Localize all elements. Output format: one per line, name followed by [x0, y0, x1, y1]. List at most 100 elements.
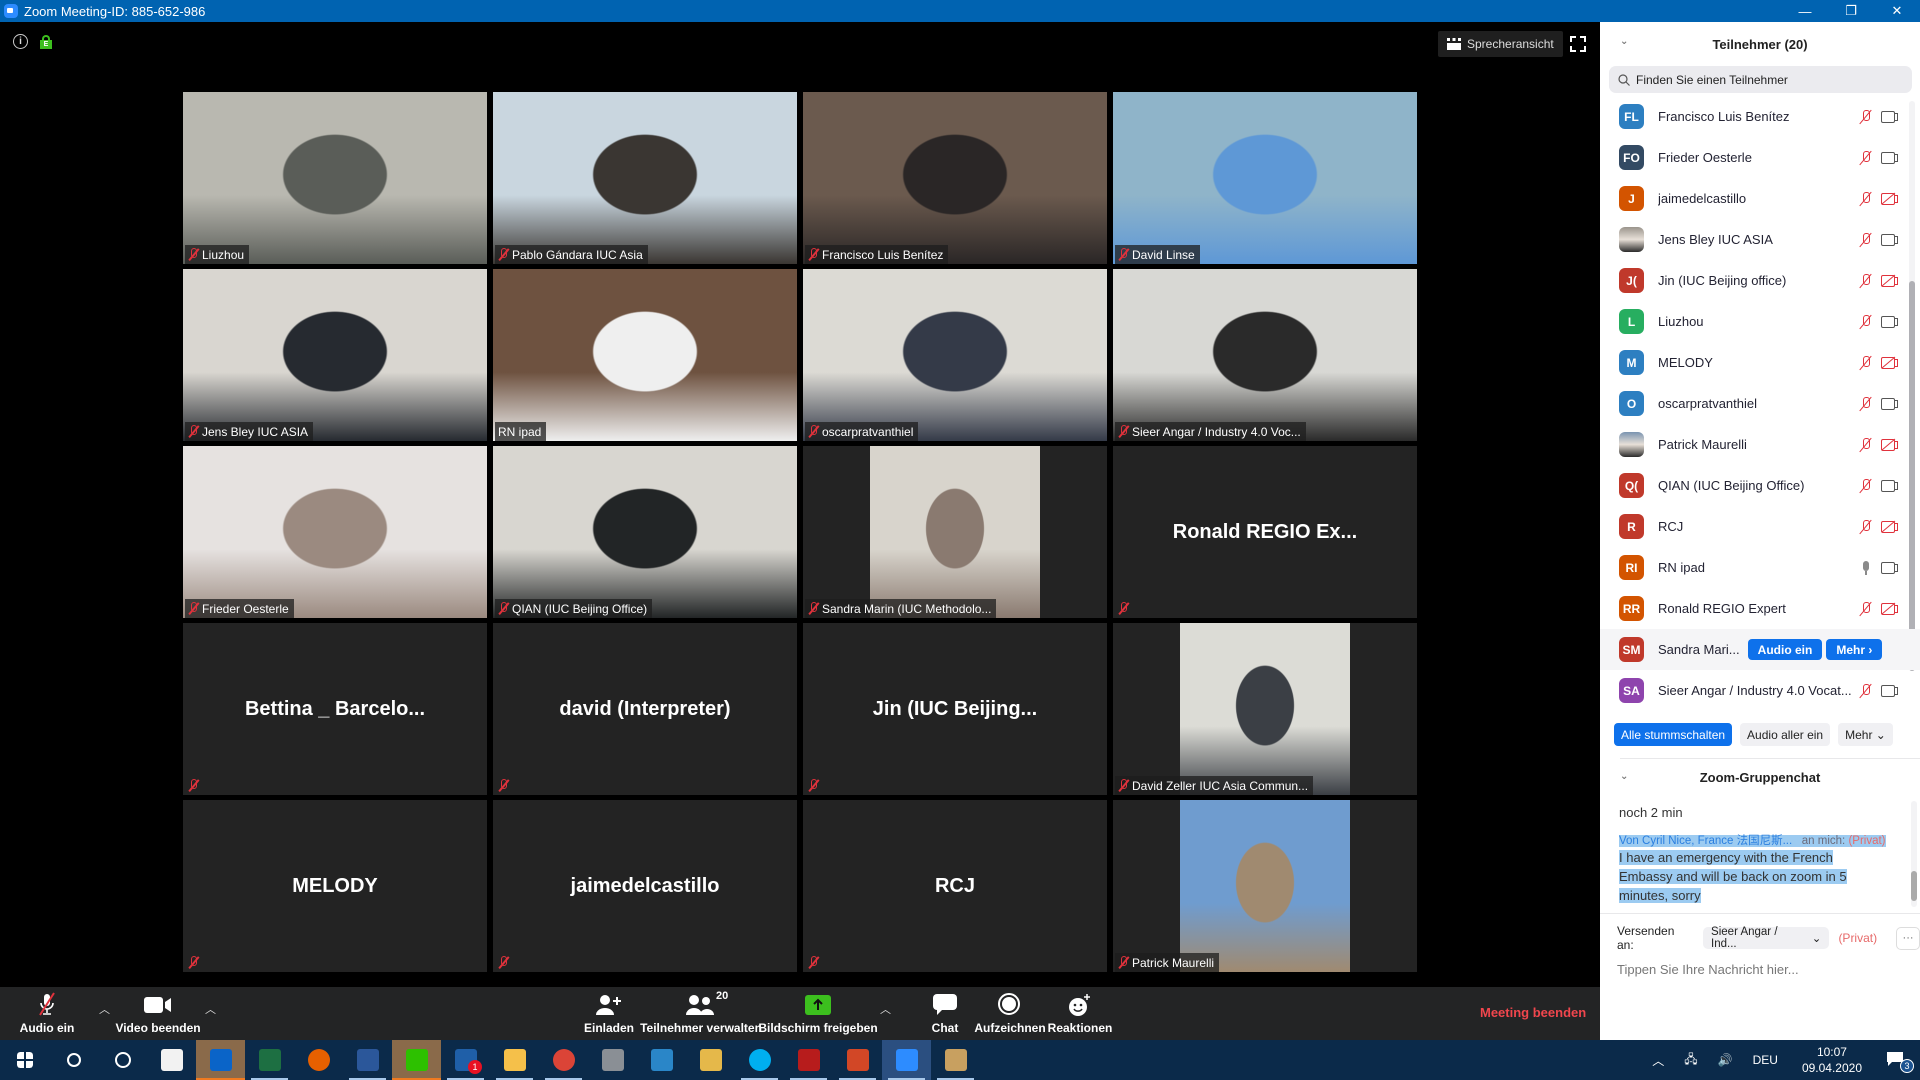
- video-tile[interactable]: Francisco Luis Benítez: [803, 92, 1107, 264]
- network-icon[interactable]: 🖧: [1674, 1050, 1707, 1071]
- audio-button[interactable]: Audio ein: [18, 987, 76, 1040]
- participant-row[interactable]: J(Jin (IUC Beijing office): [1600, 260, 1920, 301]
- taskbar-chrome-icon[interactable]: [539, 1040, 588, 1080]
- chat-sender[interactable]: Von Cyril Nice, France 法国尼斯...: [1619, 835, 1792, 847]
- video-tile[interactable]: Patrick Maurelli: [1113, 800, 1417, 972]
- participant-row[interactable]: SA Sieer Angar / Industry 4.0 Vocat...: [1600, 670, 1920, 711]
- end-meeting-button[interactable]: Meeting beenden: [1480, 1005, 1586, 1020]
- share-screen-button[interactable]: Bildschirm freigeben: [758, 987, 878, 1040]
- taskbar-start-icon[interactable]: [0, 1040, 49, 1080]
- participant-row[interactable]: Jens Bley IUC ASIA: [1600, 219, 1920, 260]
- video-tile[interactable]: Sandra Marin (IUC Methodolo...: [803, 446, 1107, 618]
- video-tile[interactable]: Jin (IUC Beijing...: [803, 623, 1107, 795]
- video-button[interactable]: Video beenden: [115, 987, 201, 1040]
- unmute-participant-button[interactable]: Audio ein: [1747, 639, 1823, 660]
- participant-row[interactable]: Patrick Maurelli: [1600, 424, 1920, 465]
- avatar: FO: [1619, 145, 1644, 170]
- participant-row[interactable]: L Liuzhou: [1600, 301, 1920, 342]
- taskbar-skype-icon[interactable]: [735, 1040, 784, 1080]
- video-tile[interactable]: David Linse: [1113, 92, 1417, 264]
- fullscreen-icon[interactable]: [1570, 36, 1586, 52]
- taskbar-store-icon[interactable]: [147, 1040, 196, 1080]
- reactions-button[interactable]: Reaktionen: [1048, 987, 1112, 1040]
- taskbar-app-calculator-icon[interactable]: [588, 1040, 637, 1080]
- participant-row[interactable]: RR Ronald REGIO Expert: [1600, 588, 1920, 629]
- participant-name-placeholder: Jin (IUC Beijing...: [872, 697, 1038, 720]
- participant-row[interactable]: Q(QIAN (IUC Beijing Office): [1600, 465, 1920, 506]
- chat-message-input[interactable]: Tippen Sie Ihre Nachricht hier...: [1600, 952, 1920, 977]
- restore-button[interactable]: ❐: [1828, 0, 1874, 22]
- send-to-select[interactable]: Sieer Angar / Ind... ⌄: [1703, 926, 1830, 950]
- taskbar-word-icon[interactable]: [343, 1040, 392, 1080]
- video-tile[interactable]: MELODY: [183, 800, 487, 972]
- video-tile[interactable]: Bettina _ Barcelo...: [183, 623, 487, 795]
- avatar: RR: [1619, 596, 1644, 621]
- taskbar-outlook-icon[interactable]: [196, 1040, 245, 1080]
- participant-search-input[interactable]: Finden Sie einen Teilnehmer: [1609, 66, 1912, 93]
- volume-icon[interactable]: 🔊: [1708, 1053, 1743, 1067]
- mute-all-button[interactable]: Alle stummschalten: [1614, 723, 1733, 746]
- video-tile[interactable]: oscarpratvanthiel: [803, 269, 1107, 441]
- video-tile[interactable]: David Zeller IUC Asia Commun...: [1113, 623, 1417, 795]
- chat-more-button[interactable]: ···: [1896, 926, 1920, 950]
- taskbar-network-app-icon[interactable]: [637, 1040, 686, 1080]
- video-tile[interactable]: RN ipad: [493, 269, 797, 441]
- close-button[interactable]: ✕: [1874, 0, 1920, 22]
- video-tile[interactable]: Jens Bley IUC ASIA: [183, 269, 487, 441]
- taskbar-file-explorer-icon[interactable]: [490, 1040, 539, 1080]
- taskbar-whatsapp-icon[interactable]: 1: [441, 1040, 490, 1080]
- taskbar-wechat-icon[interactable]: [392, 1040, 441, 1080]
- taskbar-firefox-icon[interactable]: [294, 1040, 343, 1080]
- video-tile[interactable]: Liuzhou: [183, 92, 487, 264]
- tray-overflow-icon[interactable]: ︿: [1642, 1052, 1674, 1069]
- zoom-app-icon: [4, 4, 18, 18]
- video-tile[interactable]: Ronald REGIO Ex...: [1113, 446, 1417, 618]
- invite-button[interactable]: Einladen: [583, 987, 635, 1040]
- unmute-all-button[interactable]: Audio aller ein: [1740, 723, 1831, 746]
- participant-row[interactable]: M MELODY: [1600, 342, 1920, 383]
- taskbar-powerpoint-icon[interactable]: [833, 1040, 882, 1080]
- participant-more-button[interactable]: Mehr ›: [1826, 639, 1883, 660]
- video-tile[interactable]: david (Interpreter): [493, 623, 797, 795]
- taskbar-excel-icon[interactable]: [245, 1040, 294, 1080]
- video-tile[interactable]: Pablo Gándara IUC Asia: [493, 92, 797, 264]
- chat-button[interactable]: Chat: [920, 987, 970, 1040]
- participant-row[interactable]: FO Frieder Oesterle: [1600, 137, 1920, 178]
- participant-row[interactable]: R RCJ: [1600, 506, 1920, 547]
- camera-off-icon: [1881, 274, 1898, 287]
- participant-row[interactable]: RI RN ipad: [1600, 547, 1920, 588]
- more-options-button[interactable]: Mehr ⌄: [1838, 723, 1893, 746]
- video-tile[interactable]: Frieder Oesterle: [183, 446, 487, 618]
- participant-row[interactable]: SM Sandra Mari... Audio ein Mehr ›: [1600, 629, 1920, 670]
- mic-muted-icon: [1860, 396, 1872, 411]
- language-indicator[interactable]: DEU: [1743, 1053, 1788, 1067]
- info-icon[interactable]: i: [13, 34, 28, 49]
- taskbar-onedrive-folder-icon[interactable]: [686, 1040, 735, 1080]
- record-button[interactable]: Aufzeichnen: [974, 987, 1046, 1040]
- video-tile[interactable]: jaimedelcastillo: [493, 800, 797, 972]
- clock[interactable]: 10:07 09.04.2020: [1788, 1044, 1876, 1076]
- video-tile[interactable]: Sieer Angar / Industry 4.0 Voc...: [1113, 269, 1417, 441]
- video-tile[interactable]: RCJ: [803, 800, 1107, 972]
- encryption-lock-icon[interactable]: E: [40, 34, 52, 49]
- speaker-view-button[interactable]: Sprecheransicht: [1438, 31, 1563, 57]
- collapse-participants-icon[interactable]: ⌄: [1620, 36, 1628, 47]
- collapse-chat-icon[interactable]: ⌄: [1620, 771, 1628, 782]
- share-options-caret[interactable]: ︿: [880, 1001, 891, 1016]
- manage-participants-button[interactable]: 20 Teilnehmer verwalten: [640, 987, 762, 1040]
- participant-row[interactable]: Ooscarpratvanthiel: [1600, 383, 1920, 424]
- participant-row[interactable]: FL Francisco Luis Benítez: [1600, 96, 1920, 137]
- notifications-icon[interactable]: 3: [1876, 1051, 1920, 1073]
- taskbar-pdf-icon[interactable]: [784, 1040, 833, 1080]
- taskbar-search-icon[interactable]: [49, 1040, 98, 1080]
- video-options-caret[interactable]: ︿: [205, 1001, 216, 1016]
- participant-row[interactable]: Jjaimedelcastillo: [1600, 178, 1920, 219]
- chat-scrollbar[interactable]: [1911, 801, 1917, 907]
- taskbar-paint-icon[interactable]: [931, 1040, 980, 1080]
- video-tile[interactable]: QIAN (IUC Beijing Office): [493, 446, 797, 618]
- taskbar-zoom-icon[interactable]: [882, 1040, 931, 1080]
- taskbar-cortana-icon[interactable]: [98, 1040, 147, 1080]
- chat-message-text: I have an emergency with the French Emba…: [1619, 850, 1847, 903]
- minimize-button[interactable]: —: [1782, 0, 1828, 22]
- audio-options-caret[interactable]: ︿: [99, 1001, 110, 1016]
